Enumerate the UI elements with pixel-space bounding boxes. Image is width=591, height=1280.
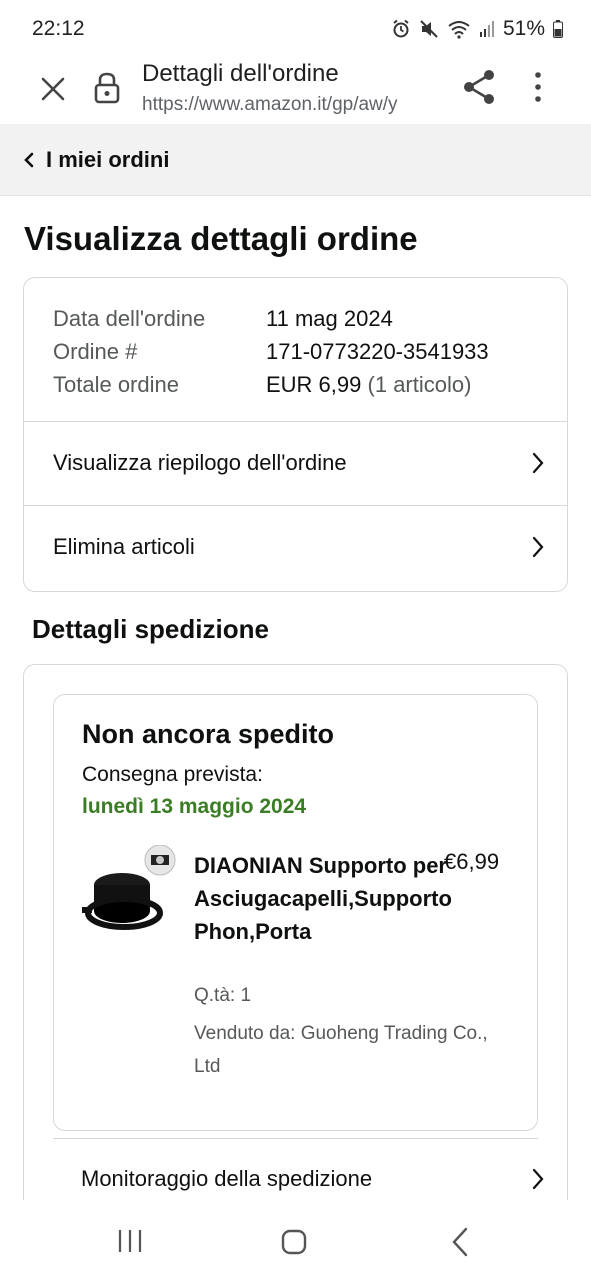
close-icon[interactable] <box>36 72 70 106</box>
shipment-card: Non ancora spedito Consegna prevista: lu… <box>23 664 568 1224</box>
product-image[interactable] <box>80 845 176 945</box>
status-time: 22:12 <box>32 17 85 40</box>
view-order-summary-link[interactable]: Visualizza riepilogo dell'ordine <box>24 421 567 505</box>
battery-icon <box>553 20 563 38</box>
lock-icon[interactable] <box>92 70 122 106</box>
product-seller: Venduto da: Guoheng Trading Co., Ltd <box>194 1023 488 1077</box>
product-quantity: Q.tà: 1 <box>194 985 252 1006</box>
chevron-right-icon <box>532 452 544 474</box>
delivery-label: Consegna prevista: <box>82 763 263 786</box>
chevron-right-icon <box>532 1168 544 1190</box>
status-icons: 51% <box>391 17 563 41</box>
wifi-icon <box>448 21 470 39</box>
chevron-right-icon <box>532 536 544 558</box>
back-label: I miei ordini <box>46 146 170 172</box>
shipment-status: Non ancora spedito <box>82 719 335 749</box>
product-price: €6,99 <box>444 849 500 874</box>
back-icon[interactable] <box>450 1226 470 1258</box>
order-total-label: Totale ordine <box>53 372 179 397</box>
view-order-summary-label: Visualizza riepilogo dell'ordine <box>53 450 347 475</box>
order-number-row: Ordine # 171-0773220-3541933 <box>53 335 489 368</box>
shipment-section-title: Dettagli spedizione <box>32 614 269 644</box>
system-nav-bar <box>0 1200 591 1280</box>
order-date-value: 11 mag 2024 <box>266 306 393 331</box>
battery-percent: 51% <box>502 17 545 40</box>
order-total-value: EUR 6,99 <box>266 372 362 397</box>
browser-page-title: Dettagli dell'ordine <box>142 60 339 87</box>
browser-url[interactable]: https://www.amazon.it/gp/aw/y <box>142 94 442 116</box>
order-number-value: 171-0773220-3541933 <box>266 339 489 364</box>
shipment-item-card: Non ancora spedito Consegna prevista: lu… <box>53 694 538 1131</box>
order-info: Data dell'ordine 11 mag 2024 Ordine # 17… <box>53 302 489 401</box>
mute-icon <box>420 20 438 38</box>
order-number-label: Ordine # <box>53 339 138 364</box>
signal-icon <box>479 21 494 37</box>
back-to-orders[interactable]: I miei ordini <box>0 124 591 196</box>
share-icon[interactable] <box>460 68 498 106</box>
order-date-row: Data dell'ordine 11 mag 2024 <box>53 302 489 335</box>
delivery-date: lunedì 13 maggio 2024 <box>82 795 307 818</box>
delete-items-label: Elimina articoli <box>53 534 195 559</box>
order-summary-card: Data dell'ordine 11 mag 2024 Ordine # 17… <box>23 277 568 592</box>
order-item-count: (1 articolo) <box>367 372 472 397</box>
browser-toolbar: Dettagli dell'ordine https://www.amazon.… <box>0 58 591 124</box>
home-icon[interactable] <box>280 1228 308 1256</box>
chevron-left-icon <box>24 152 34 167</box>
track-shipment-label: Monitoraggio della spedizione <box>81 1166 373 1191</box>
alarm-icon <box>393 19 409 38</box>
order-date-label: Data dell'ordine <box>53 306 206 331</box>
delete-items-link[interactable]: Elimina articoli <box>24 505 567 589</box>
recents-icon[interactable] <box>116 1228 144 1254</box>
page-title: Visualizza dettagli ordine <box>24 220 418 257</box>
more-options-icon[interactable] <box>526 68 550 106</box>
status-bar: 22:12 51% <box>0 0 591 58</box>
order-total-row: Totale ordine EUR 6,99 (1 articolo) <box>53 368 489 401</box>
